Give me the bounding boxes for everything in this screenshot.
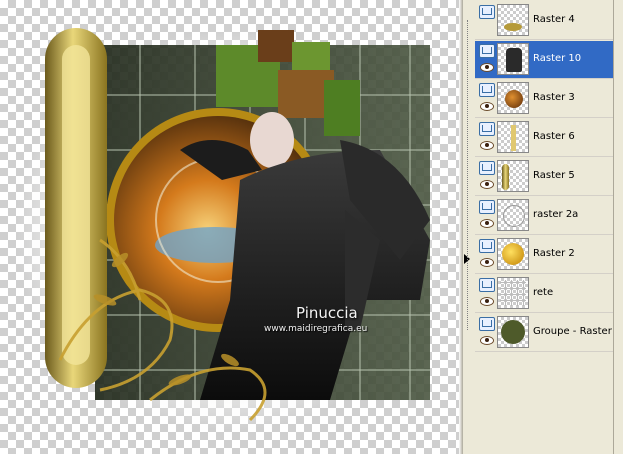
raster-layer-icon[interactable] xyxy=(479,44,495,58)
net-icon xyxy=(500,280,526,306)
flourish-icon xyxy=(504,23,522,31)
layer-name: Raster 10 xyxy=(533,53,582,64)
layer-name: Raster 4 xyxy=(533,14,575,25)
visibility-eye-icon[interactable] xyxy=(480,297,494,306)
raster-layer-icon[interactable] xyxy=(479,122,495,136)
layer-row-rete[interactable]: rete xyxy=(475,275,613,313)
layers-panel: Raster 4 Raster 10 Raster 3 Raster 6 Ras… xyxy=(463,0,621,454)
layer-thumbnail xyxy=(497,43,529,75)
visibility-eye-icon[interactable] xyxy=(480,63,494,72)
raster-layer-icon[interactable] xyxy=(479,161,495,175)
layer-thumbnail xyxy=(497,316,529,348)
layer-thumbnail xyxy=(497,82,529,114)
raster-layer-icon[interactable] xyxy=(479,200,495,214)
layer-name: Raster 5 xyxy=(533,170,575,181)
layer-name: Raster 3 xyxy=(533,92,575,103)
panel-scrollbar[interactable] xyxy=(613,0,623,454)
layer-row-groupe-raster-1[interactable]: Groupe - Raster 1 xyxy=(475,314,621,352)
layer-row-raster-3[interactable]: Raster 3 xyxy=(475,80,613,118)
woman-icon xyxy=(506,48,522,72)
watermark-title: Pinuccia xyxy=(296,304,358,322)
layer-row-raster-10[interactable]: Raster 10 xyxy=(475,41,613,79)
visibility-eye-icon[interactable] xyxy=(480,102,494,111)
layer-name: Groupe - Raster 1 xyxy=(533,326,622,337)
raster-layer-icon[interactable] xyxy=(479,239,495,253)
visibility-eye-icon[interactable] xyxy=(480,180,494,189)
oval-icon xyxy=(502,164,509,190)
orb-icon xyxy=(505,90,523,108)
layer-thumbnail xyxy=(497,238,529,270)
raster-layer-icon[interactable] xyxy=(479,5,495,19)
layer-row-raster-5[interactable]: Raster 5 xyxy=(475,158,613,196)
raster-layer-icon[interactable] xyxy=(479,83,495,97)
group-icon xyxy=(501,320,525,344)
gold-orb-icon xyxy=(502,243,524,265)
layer-name: Raster 6 xyxy=(533,131,575,142)
layer-thumbnail xyxy=(497,160,529,192)
watermark-url: www.maidiregrafica.eu xyxy=(264,324,368,334)
raster-layer-icon[interactable] xyxy=(479,278,495,292)
stripe-icon xyxy=(511,125,516,151)
layer-name: raster 2a xyxy=(533,209,579,220)
visibility-eye-icon[interactable] xyxy=(480,336,494,345)
visibility-eye-icon[interactable] xyxy=(480,219,494,228)
layer-thumbnail xyxy=(497,277,529,309)
layer-name: rete xyxy=(533,287,554,298)
layer-thumbnail xyxy=(497,121,529,153)
layer-row-raster-4[interactable]: Raster 4 xyxy=(475,2,613,40)
layer-thumbnail xyxy=(497,199,529,231)
group-layer-icon[interactable] xyxy=(479,317,495,331)
visibility-eye-icon[interactable] xyxy=(480,141,494,150)
layer-name: Raster 2 xyxy=(533,248,575,259)
image-canvas[interactable]: Pinuccia www.maidiregrafica.eu xyxy=(0,0,459,454)
layer-row-raster-6[interactable]: Raster 6 xyxy=(475,119,613,157)
artwork xyxy=(15,28,445,430)
layer-thumbnail xyxy=(497,4,529,36)
layer-tree-line xyxy=(467,20,468,330)
layer-row-raster-2[interactable]: Raster 2 xyxy=(475,236,613,274)
layer-row-raster-2a[interactable]: raster 2a xyxy=(475,197,613,235)
visibility-eye-icon[interactable] xyxy=(480,258,494,267)
ring-icon xyxy=(503,205,525,227)
